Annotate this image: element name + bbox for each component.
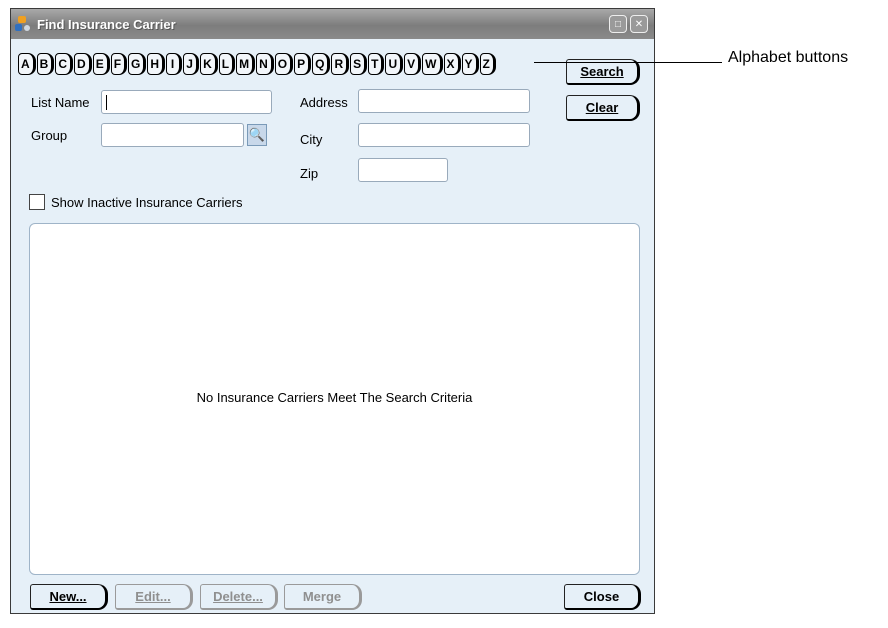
results-list[interactable]: No Insurance Carriers Meet The Search Cr…	[29, 223, 640, 575]
callout-line	[534, 62, 722, 63]
merge-button[interactable]: Merge	[284, 584, 362, 610]
alphabet-button-v[interactable]: V	[404, 53, 422, 75]
alphabet-button-f[interactable]: F	[110, 53, 128, 75]
alphabet-button-y[interactable]: Y	[461, 53, 479, 75]
delete-button[interactable]: Delete...	[200, 584, 278, 610]
city-input[interactable]	[358, 123, 530, 147]
alphabet-button-g[interactable]: G	[128, 53, 147, 75]
binoculars-icon: 🔍	[248, 127, 266, 142]
title-bar: Find Insurance Carrier □ ✕	[11, 9, 654, 39]
empty-results-message: No Insurance Carriers Meet The Search Cr…	[196, 390, 473, 405]
group-label: Group	[31, 128, 68, 143]
alphabet-button-c[interactable]: C	[55, 53, 74, 75]
alphabet-button-j[interactable]: J	[183, 53, 200, 75]
alphabet-button-h[interactable]: H	[147, 53, 166, 75]
alphabet-button-w[interactable]: W	[422, 53, 443, 75]
group-lookup-button[interactable]: 🔍	[247, 124, 267, 146]
show-inactive-checkbox[interactable]	[29, 194, 45, 210]
group-input[interactable]	[101, 123, 244, 147]
alphabet-button-b[interactable]: B	[36, 53, 55, 75]
alphabet-button-d[interactable]: D	[74, 53, 92, 75]
alphabet-button-i[interactable]: I	[166, 53, 183, 75]
new-button[interactable]: New...	[30, 584, 108, 610]
show-inactive-label: Show Inactive Insurance Carriers	[51, 195, 243, 210]
clear-button[interactable]: Clear	[566, 95, 640, 121]
window-title: Find Insurance Carrier	[37, 16, 176, 32]
list-name-input[interactable]	[101, 90, 272, 114]
alphabet-button-k[interactable]: K	[200, 53, 218, 75]
alphabet-button-q[interactable]: Q	[312, 53, 331, 75]
close-window-button[interactable]: ✕	[630, 15, 648, 33]
restore-button[interactable]: □	[609, 15, 627, 33]
alphabet-button-m[interactable]: M	[236, 53, 256, 75]
restore-icon: □	[614, 18, 622, 30]
alphabet-button-o[interactable]: O	[274, 53, 294, 75]
alphabet-button-t[interactable]: T	[368, 53, 385, 75]
alphabet-button-x[interactable]: X	[443, 53, 461, 75]
close-icon: ✕	[634, 18, 644, 30]
alphabet-button-l[interactable]: L	[218, 53, 236, 75]
alphabet-button-z[interactable]: Z	[479, 53, 496, 75]
close-button[interactable]: Close	[564, 584, 641, 610]
address-label: Address	[300, 95, 348, 110]
app-icon	[15, 16, 31, 32]
alphabet-button-s[interactable]: S	[350, 53, 368, 75]
zip-label: Zip	[300, 166, 319, 181]
alphabet-button-r[interactable]: R	[331, 53, 350, 75]
address-input[interactable]	[358, 89, 530, 113]
zip-input[interactable]	[358, 158, 448, 182]
list-name-label: List Name	[31, 95, 90, 110]
alphabet-button-a[interactable]: A	[18, 53, 36, 75]
alphabet-button-u[interactable]: U	[385, 53, 404, 75]
city-label: City	[300, 132, 323, 147]
edit-button[interactable]: Edit...	[115, 584, 193, 610]
alphabet-button-p[interactable]: P	[294, 53, 312, 75]
callout-label: Alphabet buttons	[728, 49, 849, 66]
alphabet-button-n[interactable]: N	[256, 53, 274, 75]
alphabet-buttons: ABCDEFGHIJKLMNOPQRSTUVWXYZ	[18, 53, 497, 75]
alphabet-button-e[interactable]: E	[92, 53, 110, 75]
